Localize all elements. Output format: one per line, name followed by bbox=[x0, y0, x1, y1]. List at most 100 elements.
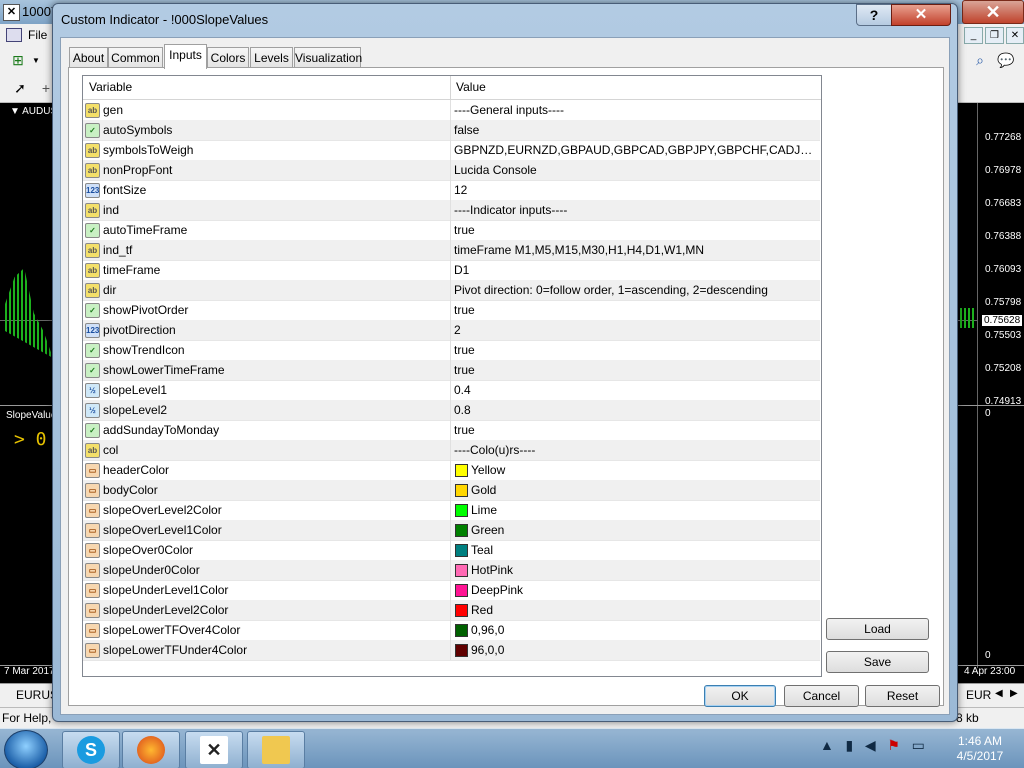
column-header-value[interactable]: Value bbox=[450, 76, 816, 99]
color-swatch[interactable] bbox=[455, 544, 468, 557]
table-row[interactable]: ▭ slopeOver0Color Teal bbox=[83, 540, 820, 561]
table-row[interactable]: ✓ autoTimeFrame true bbox=[83, 220, 820, 241]
table-row[interactable]: ✓ showTrendIcon true bbox=[83, 340, 820, 361]
color-value[interactable]: Gold bbox=[471, 480, 496, 500]
color-value[interactable]: HotPink bbox=[471, 560, 513, 580]
cancel-button[interactable]: Cancel bbox=[784, 685, 859, 707]
parameter-value[interactable]: 0.8 bbox=[454, 400, 816, 420]
start-button[interactable] bbox=[4, 730, 48, 768]
cursor-icon[interactable]: ➚ bbox=[10, 78, 30, 98]
parameter-value[interactable]: true bbox=[454, 220, 816, 240]
table-row[interactable]: ✓ autoSymbols false bbox=[83, 120, 820, 141]
color-swatch[interactable] bbox=[455, 504, 468, 517]
chart-tab[interactable]: EUR bbox=[966, 688, 991, 702]
parameter-value[interactable]: true bbox=[454, 420, 816, 440]
table-row[interactable]: ab symbolsToWeigh GBPNZD,EURNZD,GBPAUD,GBP… bbox=[83, 140, 820, 161]
color-swatch[interactable] bbox=[455, 464, 468, 477]
table-row[interactable]: ✓ showPivotOrder true bbox=[83, 300, 820, 321]
tab-about[interactable]: About bbox=[69, 47, 108, 68]
chevron-down-icon[interactable]: ▼ bbox=[32, 56, 40, 65]
table-row[interactable]: ▭ headerColor Yellow bbox=[83, 460, 820, 481]
ok-button[interactable]: OK bbox=[704, 685, 776, 707]
new-chart-icon[interactable]: ⊞ bbox=[8, 50, 28, 70]
show-hidden-icons[interactable]: ▲ bbox=[820, 737, 834, 753]
taskbar-explorer[interactable] bbox=[247, 731, 305, 768]
color-swatch[interactable] bbox=[455, 564, 468, 577]
table-row[interactable]: ▭ bodyColor Gold bbox=[83, 480, 820, 501]
table-row[interactable]: ab gen ----General inputs---- bbox=[83, 100, 820, 121]
clock[interactable]: 1:46 AM 4/5/2017 bbox=[940, 734, 1020, 764]
color-value[interactable]: DeepPink bbox=[471, 580, 523, 600]
parameter-value[interactable]: true bbox=[454, 360, 816, 380]
parameter-value[interactable]: 0.4 bbox=[454, 380, 816, 400]
tab-colors[interactable]: Colors bbox=[207, 47, 249, 68]
table-row[interactable]: ab ind ----Indicator inputs---- bbox=[83, 200, 820, 221]
parameter-value[interactable]: GBPNZD,EURNZD,GBPAUD,GBPCAD,GBPJPY,GBPCH… bbox=[454, 140, 816, 160]
tab-inputs[interactable]: Inputs bbox=[164, 44, 207, 69]
color-value[interactable]: Lime bbox=[471, 500, 497, 520]
reset-button[interactable]: Reset bbox=[865, 685, 940, 707]
table-row[interactable]: ▭ slopeUnder0Color HotPink bbox=[83, 560, 820, 581]
table-row[interactable]: ½ slopeLevel1 0.4 bbox=[83, 380, 820, 401]
parameter-value[interactable]: Pivot direction: 0=follow order, 1=ascen… bbox=[454, 280, 816, 300]
color-swatch[interactable] bbox=[455, 624, 468, 637]
tab-scroll-left-icon[interactable]: ◀ bbox=[995, 688, 1003, 699]
parameter-value[interactable]: D1 bbox=[454, 260, 816, 280]
tab-levels[interactable]: Levels bbox=[250, 47, 293, 68]
power-icon[interactable]: ▭ bbox=[912, 737, 925, 753]
color-value[interactable]: Yellow bbox=[471, 460, 505, 480]
color-swatch[interactable] bbox=[455, 584, 468, 597]
parameter-value[interactable]: false bbox=[454, 120, 816, 140]
table-row[interactable]: ½ slopeLevel2 0.8 bbox=[83, 400, 820, 421]
parameter-value[interactable]: timeFrame M1,M5,M15,M30,H1,H4,D1,W1,MN bbox=[454, 240, 816, 260]
save-button[interactable]: Save bbox=[826, 651, 929, 673]
table-row[interactable]: ▭ slopeOverLevel1Color Green bbox=[83, 520, 820, 541]
color-value[interactable]: Teal bbox=[471, 540, 493, 560]
parameter-value[interactable]: true bbox=[454, 340, 816, 360]
parameter-value[interactable]: Lucida Console bbox=[454, 160, 816, 180]
color-swatch[interactable] bbox=[455, 604, 468, 617]
app-close-button[interactable]: ✕ bbox=[962, 0, 1024, 24]
parameter-value[interactable]: 2 bbox=[454, 320, 816, 340]
parameter-value[interactable]: true bbox=[454, 300, 816, 320]
table-row[interactable]: ab timeFrame D1 bbox=[83, 260, 820, 281]
minimize-icon[interactable]: _ bbox=[964, 27, 983, 44]
taskbar-firefox[interactable] bbox=[122, 731, 180, 768]
table-row[interactable]: ▭ slopeUnderLevel2Color Red bbox=[83, 600, 820, 621]
network-icon[interactable]: ▮ bbox=[846, 737, 854, 753]
table-row[interactable]: ab col ----Colo(u)rs---- bbox=[83, 440, 820, 461]
close-button[interactable]: ✕ bbox=[891, 4, 951, 26]
table-row[interactable]: ▭ slopeUnderLevel1Color DeepPink bbox=[83, 580, 820, 601]
table-row[interactable]: 123 pivotDirection 2 bbox=[83, 320, 820, 341]
parameter-value[interactable]: ----General inputs---- bbox=[454, 100, 816, 120]
tab-scroll-right-icon[interactable]: ▶ bbox=[1010, 688, 1018, 699]
taskbar-metatrader[interactable]: ✕ bbox=[185, 731, 243, 768]
inputs-table[interactable]: Variable Value ab gen ----General inputs--… bbox=[82, 75, 822, 677]
color-swatch[interactable] bbox=[455, 524, 468, 537]
color-value[interactable]: Red bbox=[471, 600, 493, 620]
parameter-value[interactable]: 12 bbox=[454, 180, 816, 200]
color-value[interactable]: 96,0,0 bbox=[471, 640, 504, 660]
action-center-icon[interactable]: ⚑ bbox=[887, 737, 900, 753]
tab-common[interactable]: Common bbox=[108, 47, 163, 68]
volume-icon[interactable]: ◀ bbox=[865, 737, 876, 753]
table-row[interactable]: ab nonPropFont Lucida Console bbox=[83, 160, 820, 181]
table-row[interactable]: ab ind_tf timeFrame M1,M5,M15,M30,H1,H4,D1… bbox=[83, 240, 820, 261]
color-value[interactable]: Green bbox=[471, 520, 504, 540]
chat-icon[interactable]: 💬 bbox=[996, 50, 1016, 70]
search-icon[interactable]: ⌕ bbox=[970, 50, 990, 70]
close-child-icon[interactable]: ✕ bbox=[1006, 27, 1024, 44]
table-row[interactable]: ▭ slopeLowerTFUnder4Color 96,0,0 bbox=[83, 640, 820, 661]
load-button[interactable]: Load bbox=[826, 618, 929, 640]
parameter-value[interactable]: ----Colo(u)rs---- bbox=[454, 440, 816, 460]
menu-file[interactable]: File bbox=[28, 28, 47, 42]
help-button[interactable]: ? bbox=[856, 4, 892, 26]
restore-icon[interactable]: ❐ bbox=[985, 27, 1004, 44]
taskbar-skype[interactable]: S bbox=[62, 731, 120, 768]
table-row[interactable]: ▭ slopeLowerTFOver4Color 0,96,0 bbox=[83, 620, 820, 641]
tab-visualization[interactable]: Visualization bbox=[294, 47, 362, 68]
table-row[interactable]: ✓ showLowerTimeFrame true bbox=[83, 360, 820, 381]
color-swatch[interactable] bbox=[455, 644, 468, 657]
table-row[interactable]: ab dir Pivot direction: 0=follow order, 1=… bbox=[83, 280, 820, 301]
color-value[interactable]: 0,96,0 bbox=[471, 620, 504, 640]
